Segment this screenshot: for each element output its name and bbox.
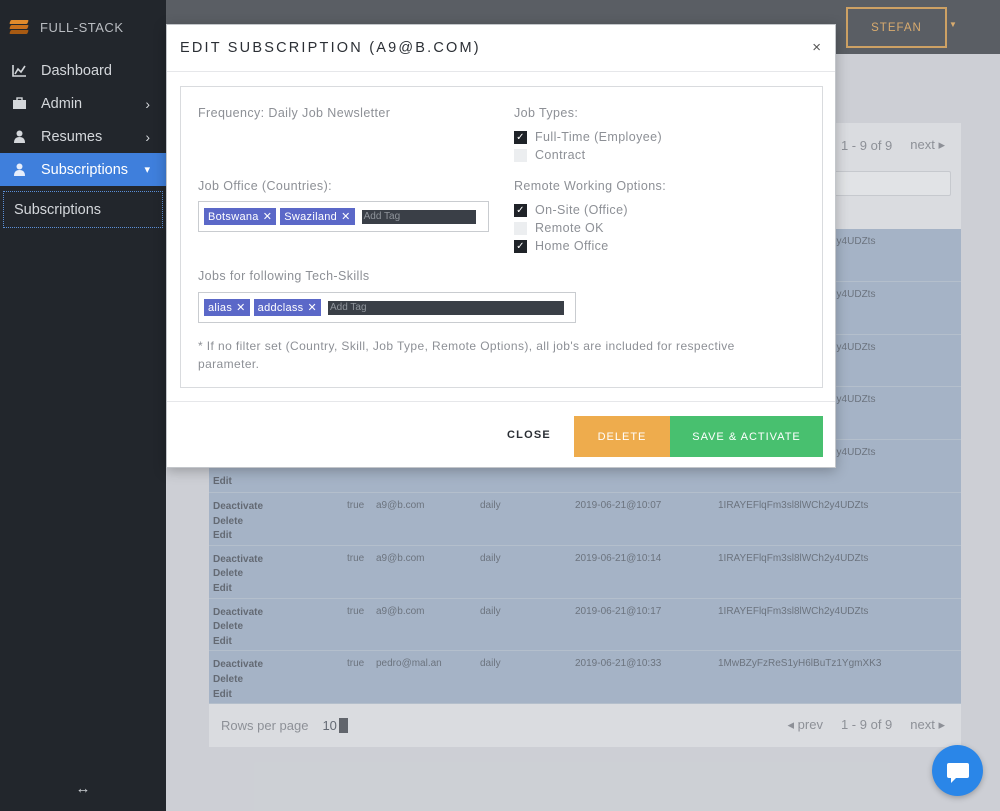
skill-tags-input[interactable]: alias ✕ addclass ✕ Add Tag (198, 292, 576, 323)
modal-body: Frequency: Daily Job Newsletter Job Offi… (180, 86, 823, 388)
job-office-label: Job Office (Countries): (198, 179, 333, 193)
sidebar-item-admin[interactable]: Admin › (0, 87, 166, 120)
checkbox-checked-icon: ✓ (514, 130, 527, 144)
chevron-down-icon: ▾ (144, 164, 150, 176)
job-types-label: Job Types: (514, 106, 579, 120)
tag-chip: addclass ✕ (253, 299, 322, 316)
user-icon (11, 163, 27, 177)
modal-title: EDIT SUBSCRIPTION (A9@B.COM) (180, 40, 481, 56)
chevron-right-icon: › (145, 95, 150, 112)
checkbox-label: Full-Time (Employee) (535, 130, 663, 144)
tag-label: addclass (257, 301, 304, 314)
collapse-sidebar-icon[interactable]: ↔ (0, 780, 166, 797)
tag-chip: alias ✕ (204, 299, 250, 316)
save-activate-button[interactable]: SAVE & ACTIVATE (670, 416, 823, 457)
checkbox-unchecked-icon (514, 221, 527, 235)
checkbox-label: Home Office (535, 239, 609, 253)
remove-tag-icon[interactable]: ✕ (341, 210, 351, 223)
chart-icon (11, 64, 27, 78)
sidebar-item-label: Dashboard (41, 62, 112, 79)
tag-chip: Swaziland ✕ (280, 208, 355, 225)
checkbox-checked-icon: ✓ (514, 239, 527, 253)
job-type-contract-checkbox[interactable]: Contract (514, 148, 585, 162)
remote-onsite-checkbox[interactable]: ✓ On-Site (Office) (514, 203, 628, 217)
edit-subscription-modal: EDIT SUBSCRIPTION (A9@B.COM) × Frequency… (166, 24, 836, 468)
checkbox-unchecked-icon (514, 148, 527, 162)
add-tag-input[interactable]: Add Tag (361, 209, 476, 224)
frequency-label: Frequency: Daily Job Newsletter (198, 106, 391, 120)
chevron-right-icon: › (145, 128, 150, 145)
tag-label: Swaziland (284, 210, 338, 223)
sidebar-item-label: Subscriptions (41, 161, 129, 178)
country-tags-input[interactable]: Botswana ✕ Swaziland ✕ Add Tag (198, 201, 489, 232)
close-icon[interactable]: × (812, 39, 821, 56)
checkbox-label: Remote OK (535, 221, 604, 235)
tag-chip: Botswana ✕ (204, 208, 277, 225)
checkbox-checked-icon: ✓ (514, 203, 527, 217)
sidebar-item-subscriptions[interactable]: Subscriptions ▾ (0, 153, 166, 186)
checkbox-label: On-Site (Office) (535, 203, 628, 217)
job-type-fulltime-checkbox[interactable]: ✓ Full-Time (Employee) (514, 130, 662, 144)
modal-header: EDIT SUBSCRIPTION (A9@B.COM) (167, 25, 835, 72)
chat-button[interactable] (932, 745, 983, 796)
chat-bubble-icon (946, 763, 969, 783)
sidebar-subitem-subscriptions[interactable]: Subscriptions (3, 191, 163, 228)
sidebar-item-dashboard[interactable]: Dashboard (0, 54, 166, 87)
layers-logo-icon (9, 20, 29, 34)
sidebar: FULL-STACK Dashboard Admin › Resumes › S… (0, 0, 166, 811)
user-icon (11, 130, 27, 144)
add-tag-input[interactable]: Add Tag (328, 300, 565, 315)
remote-options-label: Remote Working Options: (514, 179, 667, 193)
modal-footer: CLOSE DELETE SAVE & ACTIVATE (167, 401, 835, 468)
briefcase-icon (11, 97, 27, 111)
remove-tag-icon[interactable]: ✕ (236, 301, 246, 314)
filter-note: * If no filter set (Country, Skill, Job … (198, 339, 735, 371)
remote-ok-checkbox[interactable]: Remote OK (514, 221, 604, 235)
tag-label: alias (208, 301, 233, 314)
remote-home-office-checkbox[interactable]: ✓ Home Office (514, 239, 609, 253)
sidebar-item-label: Admin (41, 95, 83, 112)
tag-label: Botswana (208, 210, 259, 223)
remove-tag-icon[interactable]: ✕ (263, 210, 273, 223)
checkbox-label: Contract (535, 148, 586, 162)
close-button[interactable]: CLOSE (507, 429, 551, 441)
tech-skills-label: Jobs for following Tech-Skills (198, 269, 370, 283)
brand-name: FULL-STACK (40, 19, 124, 35)
brand[interactable]: FULL-STACK (0, 0, 166, 54)
sidebar-item-resumes[interactable]: Resumes › (0, 120, 166, 153)
sidebar-item-label: Resumes (41, 128, 103, 145)
delete-button[interactable]: DELETE (574, 416, 670, 457)
remove-tag-icon[interactable]: ✕ (307, 301, 317, 314)
